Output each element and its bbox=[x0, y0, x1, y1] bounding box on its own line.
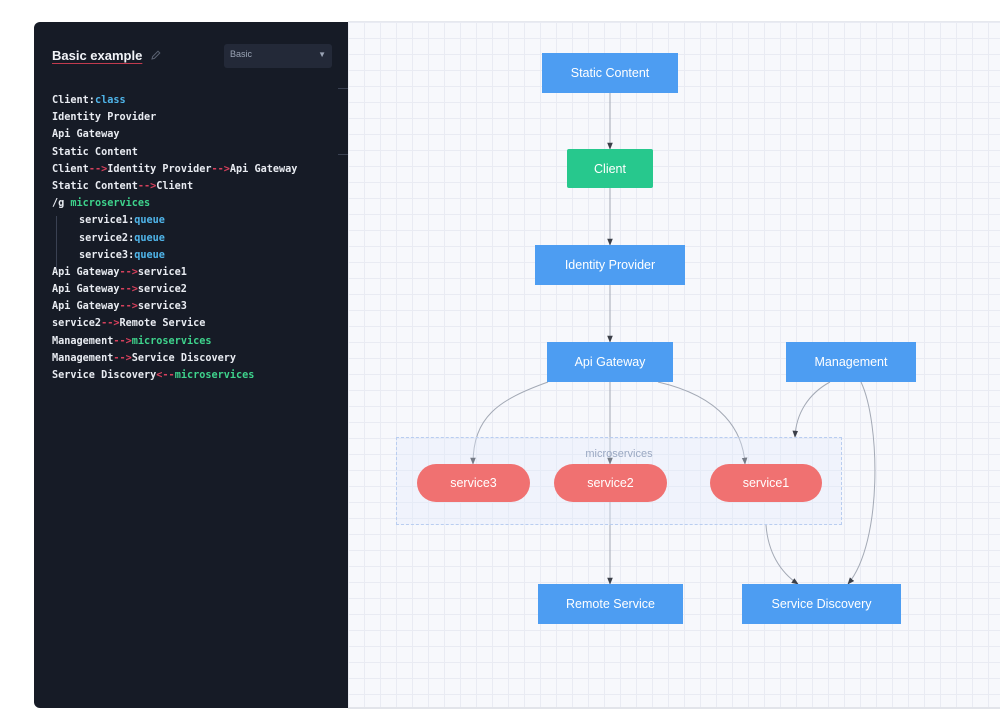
code-text[interactable]: Client:class Identity Provider Api Gateway… bbox=[52, 92, 337, 384]
code-group-name: microservices bbox=[131, 335, 212, 347]
node-identity-provider[interactable]: Identity Provider bbox=[535, 245, 685, 285]
code-token: service1: bbox=[79, 215, 135, 227]
code-token: Service Discovery bbox=[52, 370, 157, 381]
code-line[interactable]: Management-->microservices bbox=[52, 333, 337, 350]
code-keyword: queue bbox=[134, 249, 165, 261]
group-label: microservices bbox=[585, 448, 653, 460]
code-arrow: --> bbox=[101, 318, 120, 330]
code-token: Api Gateway bbox=[229, 163, 298, 175]
edge-management-microservices bbox=[792, 381, 831, 438]
node-management[interactable]: Management bbox=[786, 342, 916, 382]
code-line[interactable]: Static Content bbox=[52, 144, 337, 161]
chevron-down-icon: ▼ bbox=[318, 50, 326, 59]
code-token: Client: bbox=[52, 95, 95, 106]
node-service-discovery[interactable]: Service Discovery bbox=[742, 584, 901, 624]
code-token: Identity Provider bbox=[52, 112, 157, 124]
scroll-marker bbox=[338, 88, 348, 89]
code-token: Management bbox=[52, 352, 114, 364]
example-select-value: Basic bbox=[230, 49, 253, 59]
code-token: service2 bbox=[137, 284, 187, 296]
code-group-name: microservices bbox=[174, 370, 255, 381]
code-token: Api Gateway bbox=[52, 301, 120, 313]
code-line[interactable]: Service Discovery<--microservices bbox=[52, 367, 337, 384]
code-arrow: --> bbox=[119, 266, 138, 278]
canvas-bottom-border bbox=[348, 707, 1000, 709]
code-token: Identity Provider bbox=[107, 163, 212, 175]
indent-guide bbox=[56, 216, 57, 268]
code-line[interactable]: Api Gateway-->service3 bbox=[52, 298, 337, 315]
example-select[interactable]: Basic ▼ bbox=[224, 44, 332, 68]
pencil-icon[interactable] bbox=[150, 49, 162, 61]
code-token: Client bbox=[156, 180, 194, 192]
code-line[interactable]: /g microservices bbox=[52, 195, 337, 212]
code-token: Api Gateway bbox=[52, 129, 120, 141]
scroll-marker bbox=[338, 154, 348, 155]
diagram-title[interactable]: Basic example bbox=[52, 48, 142, 63]
code-line[interactable]: Client:class bbox=[52, 92, 337, 109]
code-arrow: --> bbox=[137, 180, 157, 192]
code-token: service2 bbox=[52, 318, 102, 330]
node-service1[interactable]: service1 bbox=[710, 464, 822, 502]
code-token: Service Discovery bbox=[131, 352, 237, 364]
code-line[interactable]: Api Gateway-->service1 bbox=[52, 264, 337, 281]
code-keyword: queue bbox=[134, 215, 165, 227]
code-token: Static Content bbox=[52, 180, 138, 192]
edge-microservices-service-discovery bbox=[765, 524, 799, 585]
code-keyword: queue bbox=[134, 232, 165, 244]
code-arrow: <-- bbox=[156, 370, 175, 381]
code-line[interactable]: Api Gateway-->service2 bbox=[52, 281, 337, 298]
node-service3[interactable]: service3 bbox=[417, 464, 530, 502]
code-token: Api Gateway bbox=[52, 284, 120, 296]
node-api-gateway[interactable]: Api Gateway bbox=[547, 342, 673, 382]
code-token: service3: bbox=[79, 249, 135, 261]
code-keyword: class bbox=[94, 95, 126, 106]
code-arrow: --> bbox=[113, 335, 132, 347]
code-arrow: --> bbox=[211, 163, 230, 175]
code-token: service3 bbox=[137, 301, 187, 313]
code-arrow: --> bbox=[88, 163, 108, 175]
code-token: service2: bbox=[79, 232, 135, 244]
code-editor-panel[interactable]: Basic example Basic ▼ Client:class Identi… bbox=[34, 22, 348, 708]
code-line[interactable]: service2:queue bbox=[52, 230, 337, 247]
code-arrow: --> bbox=[119, 284, 138, 296]
code-token: service1 bbox=[137, 266, 187, 278]
code-line[interactable]: service3:queue bbox=[52, 247, 337, 264]
code-line[interactable]: service1:queue bbox=[52, 212, 337, 229]
code-line[interactable]: Api Gateway bbox=[52, 126, 337, 143]
code-line[interactable]: Static Content-->Client bbox=[52, 178, 337, 195]
code-group-name: microservices bbox=[70, 198, 151, 210]
node-static-content[interactable]: Static Content bbox=[542, 53, 678, 93]
code-token: Api Gateway bbox=[52, 266, 120, 278]
code-line[interactable]: Identity Provider bbox=[52, 109, 337, 126]
code-arrow: --> bbox=[119, 301, 138, 313]
code-line[interactable]: Client-->Identity Provider-->Api Gateway bbox=[52, 161, 337, 178]
code-arrow: --> bbox=[113, 352, 132, 364]
node-remote-service[interactable]: Remote Service bbox=[538, 584, 683, 624]
node-service2[interactable]: service2 bbox=[554, 464, 667, 502]
code-line[interactable]: Management-->Service Discovery bbox=[52, 350, 337, 367]
edge-management-service-discovery bbox=[847, 381, 876, 585]
code-token: /g bbox=[52, 198, 71, 210]
code-line[interactable]: service2-->Remote Service bbox=[52, 315, 337, 332]
diagram-canvas[interactable]: microservices Static Content Client Iden… bbox=[348, 22, 1000, 708]
code-token: Remote Service bbox=[119, 318, 206, 330]
node-client[interactable]: Client bbox=[567, 149, 653, 188]
code-token: Management bbox=[52, 335, 114, 347]
code-token: Static Content bbox=[52, 146, 138, 158]
code-token: Client bbox=[52, 163, 89, 175]
